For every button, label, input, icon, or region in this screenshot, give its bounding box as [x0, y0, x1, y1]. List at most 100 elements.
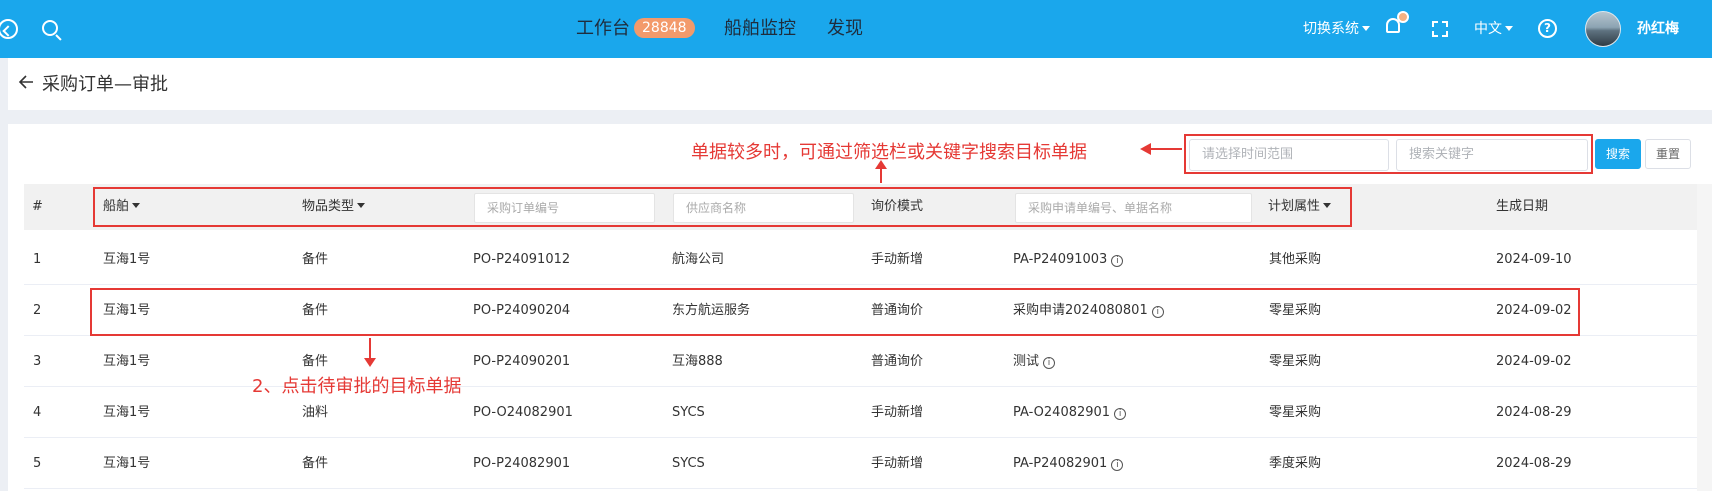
- caret-down-icon: [1505, 26, 1513, 31]
- avatar[interactable]: [1585, 11, 1621, 47]
- cell-text: SYCS: [672, 405, 705, 420]
- user-name[interactable]: 孙红梅: [1637, 0, 1679, 58]
- cell-plan-attr: 零星采购: [1269, 336, 1321, 387]
- nav-ship-monitor-label: 船舶监控: [724, 18, 796, 39]
- cell-index: 3: [33, 336, 41, 387]
- cell-text: 备件: [302, 456, 329, 471]
- cell-request: PA-O24082901 i: [1013, 387, 1127, 438]
- cell-created-date: 2024-09-02: [1496, 336, 1572, 387]
- cell-item-type: 备件: [302, 234, 328, 285]
- cell-text: PO-O24082901: [473, 405, 573, 420]
- cell-text: 互海1号: [103, 456, 151, 471]
- cell-text: 其他采购: [1269, 252, 1322, 267]
- cell-text: 5: [33, 456, 42, 471]
- cell-text: 2024-09-10: [1496, 252, 1572, 267]
- cell-text: PO-P24090201: [473, 354, 571, 369]
- annotation-row-box: [90, 288, 1580, 336]
- reset-button[interactable]: 重置: [1645, 139, 1691, 169]
- cell-text: 航海公司: [672, 252, 725, 267]
- info-icon[interactable]: i: [1111, 459, 1124, 471]
- annotation-header-box: [93, 187, 1352, 227]
- cell-plan-attr: 零星采购: [1269, 387, 1321, 438]
- fullscreen-icon[interactable]: [1432, 21, 1448, 37]
- cell-text: PA-P24091003: [1013, 252, 1108, 267]
- cell-inquiry-mode: 手动新增: [871, 387, 923, 438]
- cell-text: 1: [33, 252, 42, 267]
- cell-created-date: 2024-08-29: [1496, 438, 1572, 489]
- cell-supplier: 互海888: [672, 336, 723, 387]
- cell-text: 3: [33, 354, 42, 369]
- nav-discover-label: 发现: [827, 18, 863, 39]
- page-title: 采购订单—审批: [42, 74, 168, 95]
- cell-plan-attr: 季度采购: [1269, 438, 1321, 489]
- info-icon[interactable]: i: [1043, 357, 1056, 369]
- cell-text: 季度采购: [1269, 456, 1322, 471]
- cell-text: 备件: [302, 252, 329, 267]
- cell-text: 普通询价: [871, 354, 924, 369]
- cell-text: 互海1号: [103, 252, 151, 267]
- cell-inquiry-mode: 普通询价: [871, 336, 923, 387]
- cell-text: PA-O24082901: [1013, 405, 1111, 420]
- cell-ship: 互海1号: [103, 234, 150, 285]
- cell-order-no: PO-P24082901: [473, 438, 570, 489]
- caret-down-icon: [1362, 26, 1370, 31]
- cell-index: 5: [33, 438, 41, 489]
- info-icon[interactable]: i: [1114, 408, 1127, 420]
- back-arrow-icon[interactable]: [18, 74, 34, 90]
- cell-supplier: SYCS: [672, 387, 705, 438]
- annotation-filter-hint: 单据较多时，可通过筛选栏或关键字搜索目标单据: [691, 142, 1087, 163]
- cell-text: 2024-09-02: [1496, 354, 1572, 369]
- notification-dot: [1397, 11, 1409, 23]
- cell-text: 4: [33, 405, 42, 420]
- table-row[interactable]: [24, 438, 1712, 489]
- cell-text: 测试: [1013, 354, 1040, 369]
- cell-order-no: PO-P24091012: [473, 234, 570, 285]
- cell-ship: 互海1号: [103, 336, 150, 387]
- annotation-filter-box: [1184, 134, 1593, 174]
- cell-index: 1: [33, 234, 41, 285]
- language-dropdown[interactable]: 中文: [1474, 0, 1513, 58]
- cell-item-type: 备件: [302, 438, 328, 489]
- cell-request: PA-P24091003 i: [1013, 234, 1124, 285]
- cell-ship: 互海1号: [103, 387, 150, 438]
- vertical-scrollbar[interactable]: [1697, 184, 1712, 491]
- cell-text: PO-P24082901: [473, 456, 571, 471]
- cell-text: 2: [33, 303, 42, 318]
- search-icon[interactable]: [42, 20, 58, 36]
- table-row[interactable]: [24, 234, 1712, 285]
- nav-ship-monitor[interactable]: 船舶监控: [724, 0, 796, 58]
- cell-created-date: 2024-09-10: [1496, 234, 1572, 285]
- cell-index: 4: [33, 387, 41, 438]
- cell-text: 互海1号: [103, 354, 151, 369]
- search-button[interactable]: 搜索: [1595, 139, 1641, 169]
- language-label: 中文: [1474, 21, 1502, 37]
- cell-text: 备件: [302, 354, 329, 369]
- help-icon[interactable]: ?: [1538, 19, 1557, 38]
- switch-system-dropdown[interactable]: 切换系统: [1303, 0, 1370, 58]
- nav-workbench[interactable]: 工作台 28848: [576, 0, 695, 58]
- cell-supplier: SYCS: [672, 438, 705, 489]
- nav-workbench-label: 工作台: [576, 18, 630, 39]
- cell-text: PO-P24091012: [473, 252, 571, 267]
- cell-plan-attr: 其他采购: [1269, 234, 1321, 285]
- cell-inquiry-mode: 手动新增: [871, 234, 923, 285]
- cell-text: 手动新增: [871, 456, 924, 471]
- cell-ship: 互海1号: [103, 438, 150, 489]
- info-icon[interactable]: i: [1111, 255, 1124, 267]
- cell-order-no: PO-P24090201: [473, 336, 570, 387]
- cell-index: 2: [33, 285, 41, 336]
- cell-text: 2024-08-29: [1496, 456, 1572, 471]
- nav-discover[interactable]: 发现: [827, 0, 863, 58]
- cell-text: 手动新增: [871, 252, 924, 267]
- cell-created-date: 2024-08-29: [1496, 387, 1572, 438]
- cell-text: PA-P24082901: [1013, 456, 1108, 471]
- cell-inquiry-mode: 手动新增: [871, 438, 923, 489]
- cell-request: 测试 i: [1013, 336, 1056, 387]
- cell-text: 零星采购: [1269, 405, 1322, 420]
- back-circle-icon[interactable]: [0, 19, 18, 39]
- cell-text: 2024-08-29: [1496, 405, 1572, 420]
- switch-system-label: 切换系统: [1303, 21, 1359, 37]
- cell-text: SYCS: [672, 456, 705, 471]
- top-navigation-bar: 工作台 28848 船舶监控 发现 切换系统 中文 ? 孙红梅: [0, 0, 1712, 58]
- col-created-date-header: 生成日期: [1496, 199, 1549, 214]
